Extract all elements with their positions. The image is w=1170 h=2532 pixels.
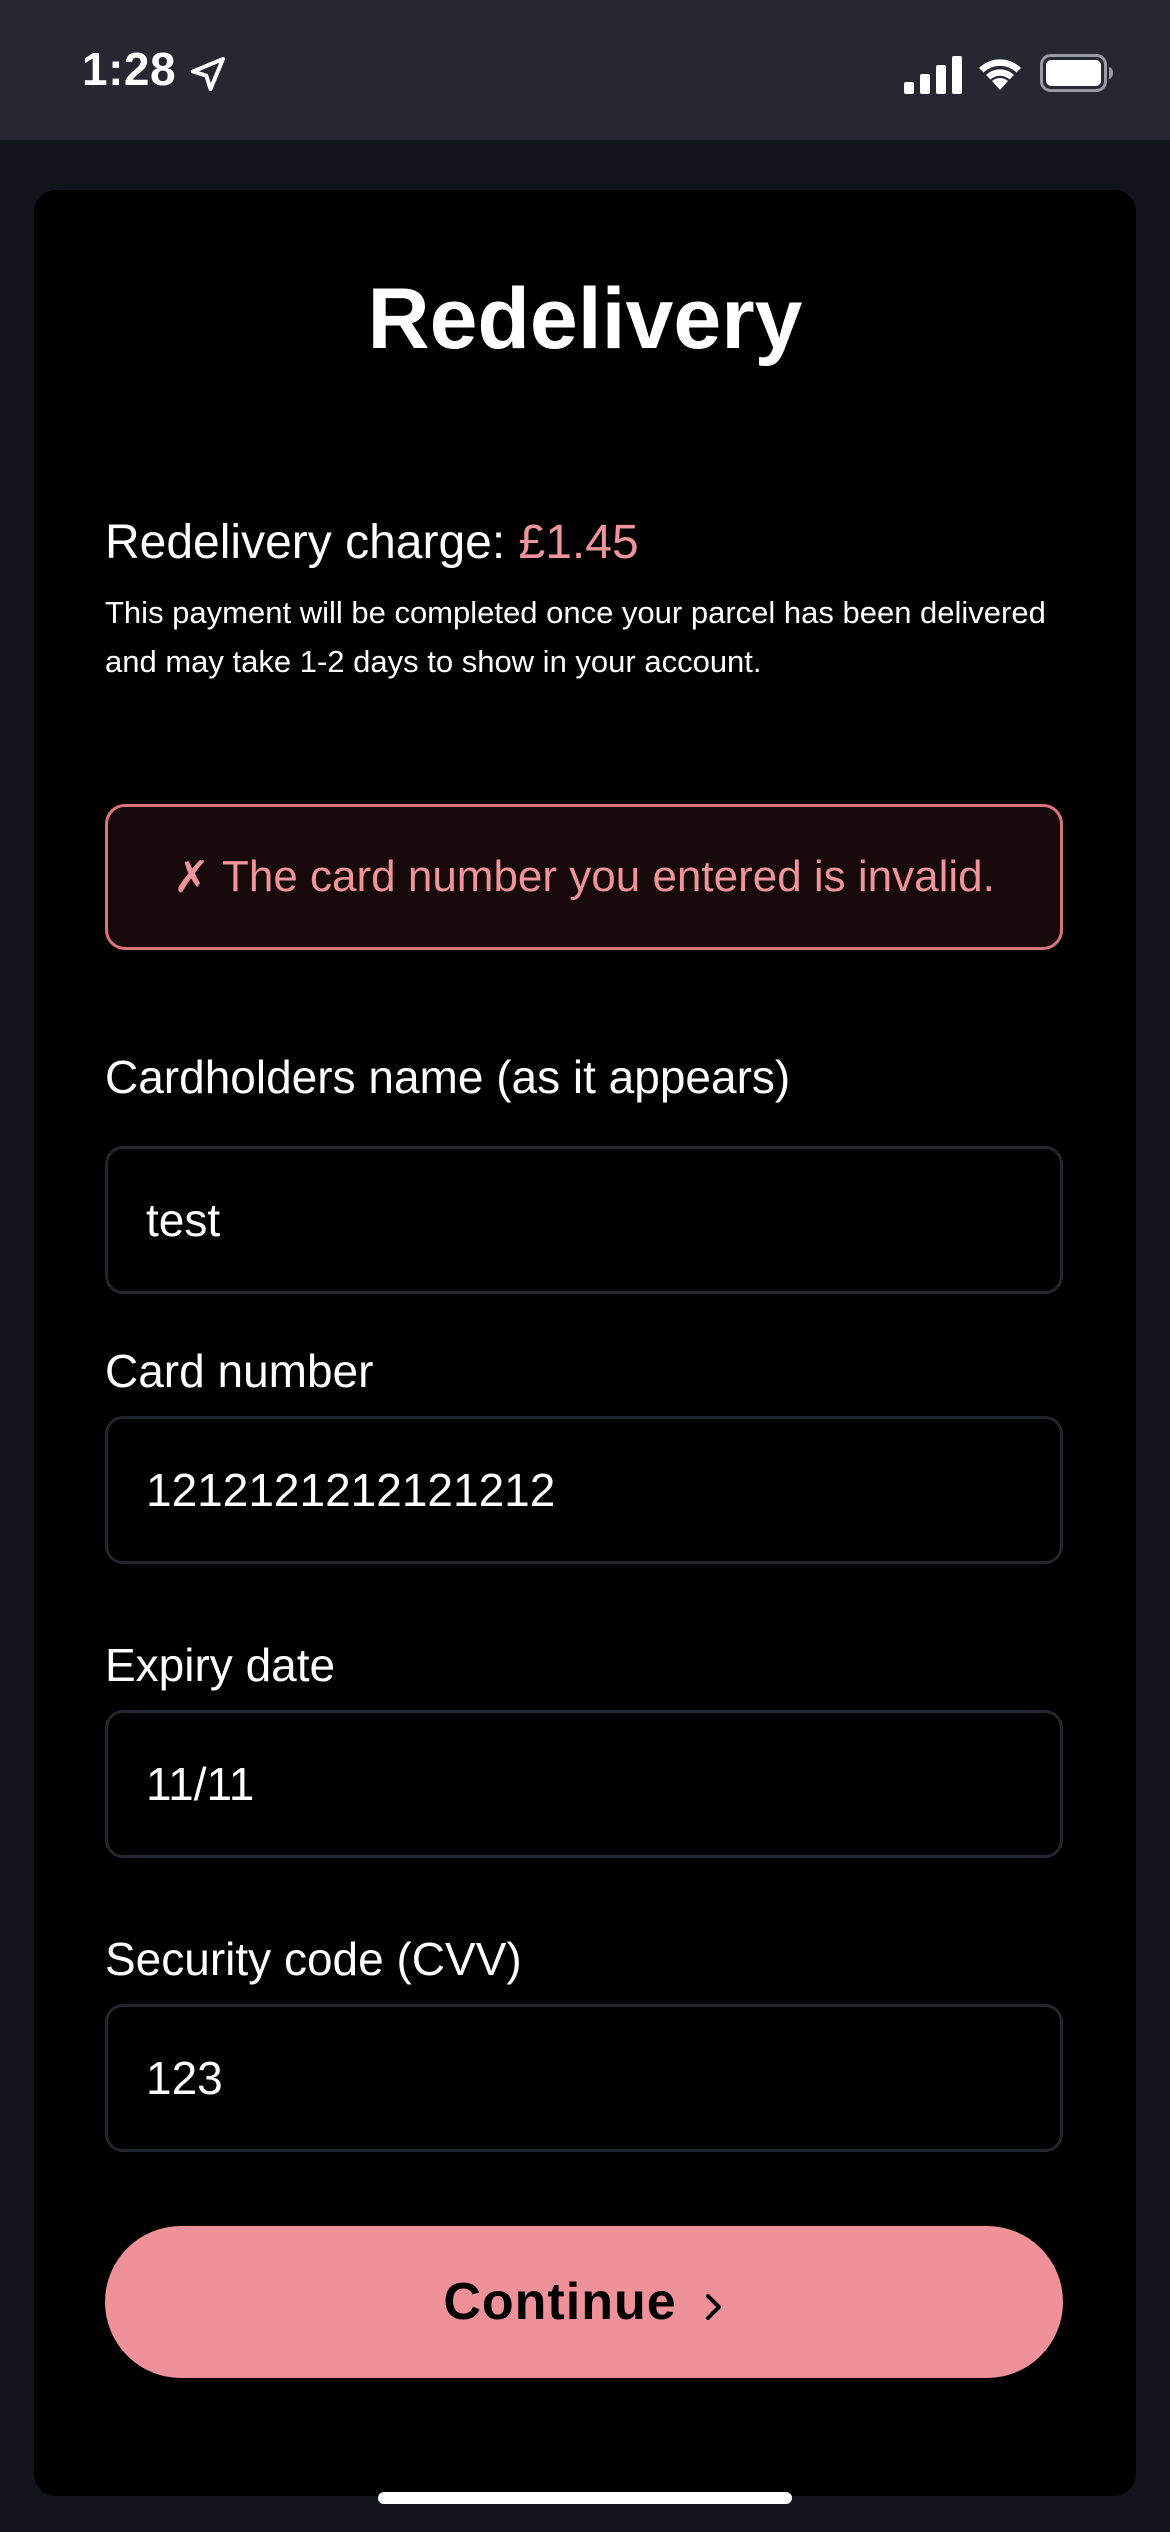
cardholder-name-input[interactable]: test xyxy=(105,1146,1063,1294)
cellular-signal-icon xyxy=(904,56,962,94)
redelivery-charge: Redelivery charge: £1.45 xyxy=(105,515,639,570)
error-message: The card number you entered is invalid. xyxy=(222,852,995,901)
page-title: Redelivery xyxy=(367,271,803,367)
security-code-input[interactable]: 123 xyxy=(105,2004,1063,2152)
cross-mark-icon: ✗ xyxy=(173,852,210,902)
expiry-date-label: Expiry date xyxy=(105,1639,336,1691)
error-alert: ✗ The card number you entered is invalid… xyxy=(105,804,1063,950)
charge-note: This payment will be completed once your… xyxy=(105,595,1046,679)
wifi-icon xyxy=(979,59,1021,90)
home-indicator[interactable] xyxy=(378,2492,792,2504)
expiry-date-input[interactable]: 11/11 xyxy=(105,1710,1063,1858)
status-time: 1:28 xyxy=(82,43,177,95)
card-number-value: 1212121212121212 xyxy=(146,1464,556,1516)
charge-label: Redelivery charge: xyxy=(105,516,519,569)
card-number-input[interactable]: 1212121212121212 xyxy=(105,1416,1063,1564)
card-number-label: Card number xyxy=(105,1345,374,1397)
security-code-value: 123 xyxy=(146,2052,223,2104)
cardholder-name-label: Cardholders name (as it appears) xyxy=(105,1051,791,1103)
location-arrow-icon xyxy=(191,57,225,91)
charge-amount: £1.45 xyxy=(518,516,639,569)
expiry-date-value: 11/11 xyxy=(146,1758,255,1810)
security-code-label: Security code (CVV) xyxy=(105,1933,522,1985)
continue-button[interactable]: Continue xyxy=(105,2226,1063,2378)
chevron-right-icon xyxy=(705,2294,721,2320)
battery-icon xyxy=(1040,54,1113,92)
continue-label: Continue xyxy=(443,2273,677,2331)
cardholder-name-value: test xyxy=(146,1194,221,1246)
status-bar: 1:28 xyxy=(0,0,1170,140)
